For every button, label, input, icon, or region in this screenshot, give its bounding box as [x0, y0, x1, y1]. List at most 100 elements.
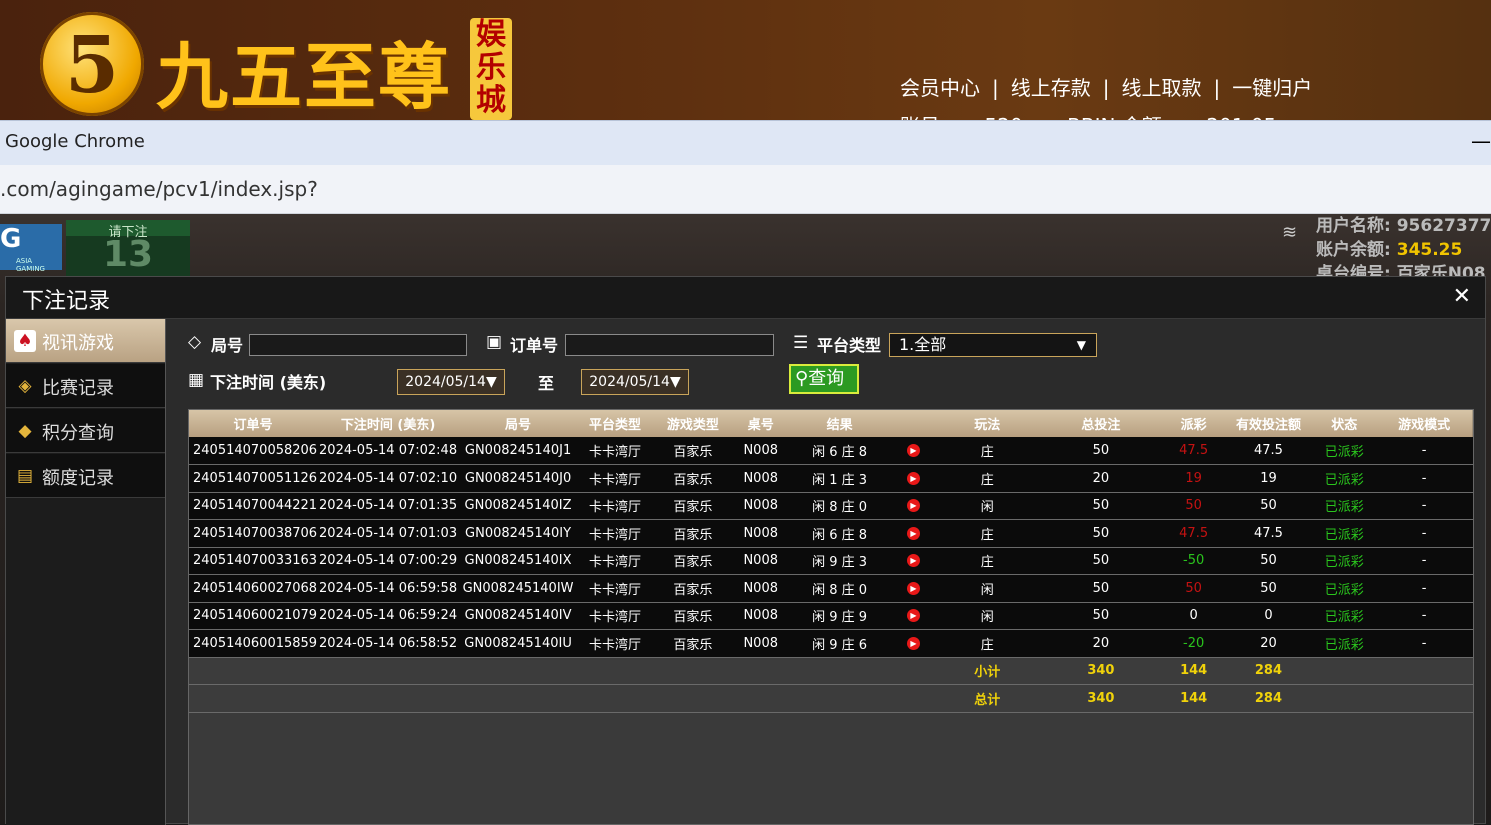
sidebar-item-label: 额度记录	[42, 468, 114, 489]
table-row: 240514070044221 2024-05-14 07:01:35 GN0082…	[189, 492, 1473, 520]
table-header-row: 订单号 下注时间 (美东) 局号 平台类型 游戏类型 桌号 结果 玩法 总投注 …	[189, 410, 1473, 437]
sidebar-item-points-query[interactable]: ◆ 积分查询	[6, 409, 165, 453]
empty-cell	[577, 685, 653, 713]
browser-title-bar: Google Chrome —	[0, 120, 1491, 166]
sidebar-item-match-records[interactable]: ◈ 比赛记录	[6, 364, 165, 408]
cell-payout: 19	[1185, 470, 1202, 486]
cell-replay: ▶	[891, 465, 937, 493]
nav-deposit[interactable]: 线上存款	[1011, 76, 1091, 100]
total-label: 总计	[974, 692, 1001, 708]
play-icon[interactable]: ▶	[906, 609, 920, 623]
cell-bet-type: 庄	[980, 472, 994, 488]
table-body: 240514070058206 2024-05-14 07:02:48 GN0082…	[189, 437, 1473, 712]
empty-cell	[789, 657, 891, 685]
table-row: 240514070033163 2024-05-14 07:00:29 GN0082…	[189, 547, 1473, 575]
browser-address-bar[interactable]: .com/agingame/pcv1/index.jsp?	[0, 165, 1491, 214]
minimize-icon[interactable]: —	[1471, 129, 1491, 153]
date-from-picker[interactable]: 2024/05/14▼	[397, 369, 505, 395]
cell-game-type: 百家乐	[673, 472, 713, 488]
cell-game-mode: -	[1421, 525, 1427, 541]
cell-game-mode: -	[1421, 553, 1427, 569]
cell-platform: 卡卡湾厅	[588, 527, 641, 543]
cell-round-no: GN008245140J0	[464, 470, 572, 486]
sidebar-item-live-games[interactable]: ♠ 视讯游戏	[6, 319, 165, 363]
cell-replay: ▶	[891, 437, 937, 465]
round-label: 局号	[211, 336, 244, 355]
cell-bet-type: 庄	[980, 555, 994, 571]
cell-payout: 47.5	[1179, 525, 1209, 541]
cell-payout: 50	[1185, 498, 1202, 514]
cell-round-no: GN008245140J1	[464, 443, 572, 458]
cell-bet-time: 2024-05-14 06:58:52	[319, 635, 458, 651]
cell-table-no: N008	[743, 580, 778, 596]
cell-result: 闲 9 庄 9	[812, 610, 868, 626]
cell-total-bet: 50	[1092, 498, 1110, 514]
cell-table-no: N008	[743, 608, 778, 624]
cell-game-type: 百家乐	[673, 500, 713, 516]
header-status: 状态	[1331, 418, 1358, 433]
play-icon[interactable]: ▶	[906, 636, 920, 650]
cell-status: 已派彩	[1324, 582, 1364, 598]
table-row: 240514060021079 2024-05-14 06:59:24 GN0082…	[189, 602, 1473, 630]
cell-bet-type: 闲	[980, 500, 994, 516]
cell-platform: 卡卡湾厅	[588, 555, 641, 571]
empty-cell	[189, 685, 317, 713]
header-platform: 平台类型	[588, 418, 641, 433]
site-logo-text: 九五至尊	[156, 34, 453, 119]
date-to-label: 至	[538, 374, 555, 393]
query-button-label: 查询	[808, 368, 845, 389]
query-button[interactable]: ⚲查询	[789, 364, 859, 394]
cell-result: 闲 8 庄 0	[812, 582, 868, 598]
cell-bet-type: 庄	[980, 637, 994, 653]
cell-payout: -50	[1183, 553, 1205, 569]
game-logo-letter: G	[0, 224, 22, 254]
url-text[interactable]: .com/agingame/pcv1/index.jsp?	[0, 177, 318, 201]
cell-bet-time: 2024-05-14 07:00:29	[319, 553, 458, 569]
round-input[interactable]	[249, 334, 467, 356]
play-icon[interactable]: ▶	[906, 499, 920, 513]
cell-bet-time: 2024-05-14 06:59:24	[319, 608, 458, 624]
play-icon[interactable]: ▶	[906, 526, 920, 540]
table-row: 240514070038706 2024-05-14 07:01:03 GN0082…	[189, 519, 1473, 547]
empty-cell	[653, 657, 733, 685]
cell-result: 闲 8 庄 0	[812, 500, 868, 516]
empty-cell	[891, 657, 937, 685]
play-icon[interactable]: ▶	[906, 444, 920, 457]
header-game-type: 游戏类型	[666, 418, 719, 433]
play-icon[interactable]: ▶	[906, 554, 920, 568]
chevron-down-icon: ▼	[1076, 338, 1086, 352]
cell-table-no: N008	[743, 498, 778, 514]
nav-member-center[interactable]: 会员中心	[900, 76, 980, 100]
nav-withdraw[interactable]: 线上取款	[1122, 76, 1202, 100]
cell-order-no: 240514070038706	[193, 525, 318, 541]
date-to-picker[interactable]: 2024/05/14▼	[581, 369, 689, 395]
cell-total-bet: 50	[1092, 553, 1110, 569]
cell-order-no: 240514060021079	[193, 608, 318, 624]
empty-cell	[1375, 657, 1473, 685]
modal-header: 下注记录 ✕	[6, 277, 1485, 319]
cell-bet-time: 2024-05-14 07:01:35	[319, 498, 458, 514]
cell-total-bet: 50	[1092, 608, 1110, 624]
close-icon[interactable]: ✕	[1453, 284, 1471, 309]
empty-cell	[1313, 657, 1375, 685]
play-icon[interactable]: ▶	[906, 581, 920, 595]
cell-round-no: GN008245140IX	[464, 553, 572, 569]
platform-select[interactable]: 1.全部 ▼	[889, 333, 1097, 357]
cell-result: 闲 9 庄 3	[812, 555, 868, 571]
total-bet-sum: 340	[1087, 690, 1115, 706]
top-nav: 会员中心 | 线上存款 | 线上取款 | 一键归户	[900, 72, 1312, 101]
search-icon: ⚲	[795, 368, 809, 389]
cell-payout: 47.5	[1179, 443, 1209, 458]
empty-cell	[733, 685, 789, 713]
cell-game-type: 百家乐	[673, 610, 713, 626]
play-icon[interactable]: ▶	[906, 471, 920, 485]
total-bet-sum: 340	[1087, 663, 1115, 679]
order-label: 订单号	[510, 336, 559, 355]
cell-order-no: 240514070033163	[193, 553, 318, 569]
order-input[interactable]	[565, 334, 774, 356]
cell-game-mode: -	[1421, 498, 1427, 514]
logo-tag: 娱乐城	[470, 18, 512, 120]
cell-valid-bet: 20	[1260, 635, 1277, 651]
sidebar-item-credit-records[interactable]: ▤ 额度记录	[6, 454, 165, 498]
nav-one-click-return[interactable]: 一键归户	[1232, 76, 1312, 100]
